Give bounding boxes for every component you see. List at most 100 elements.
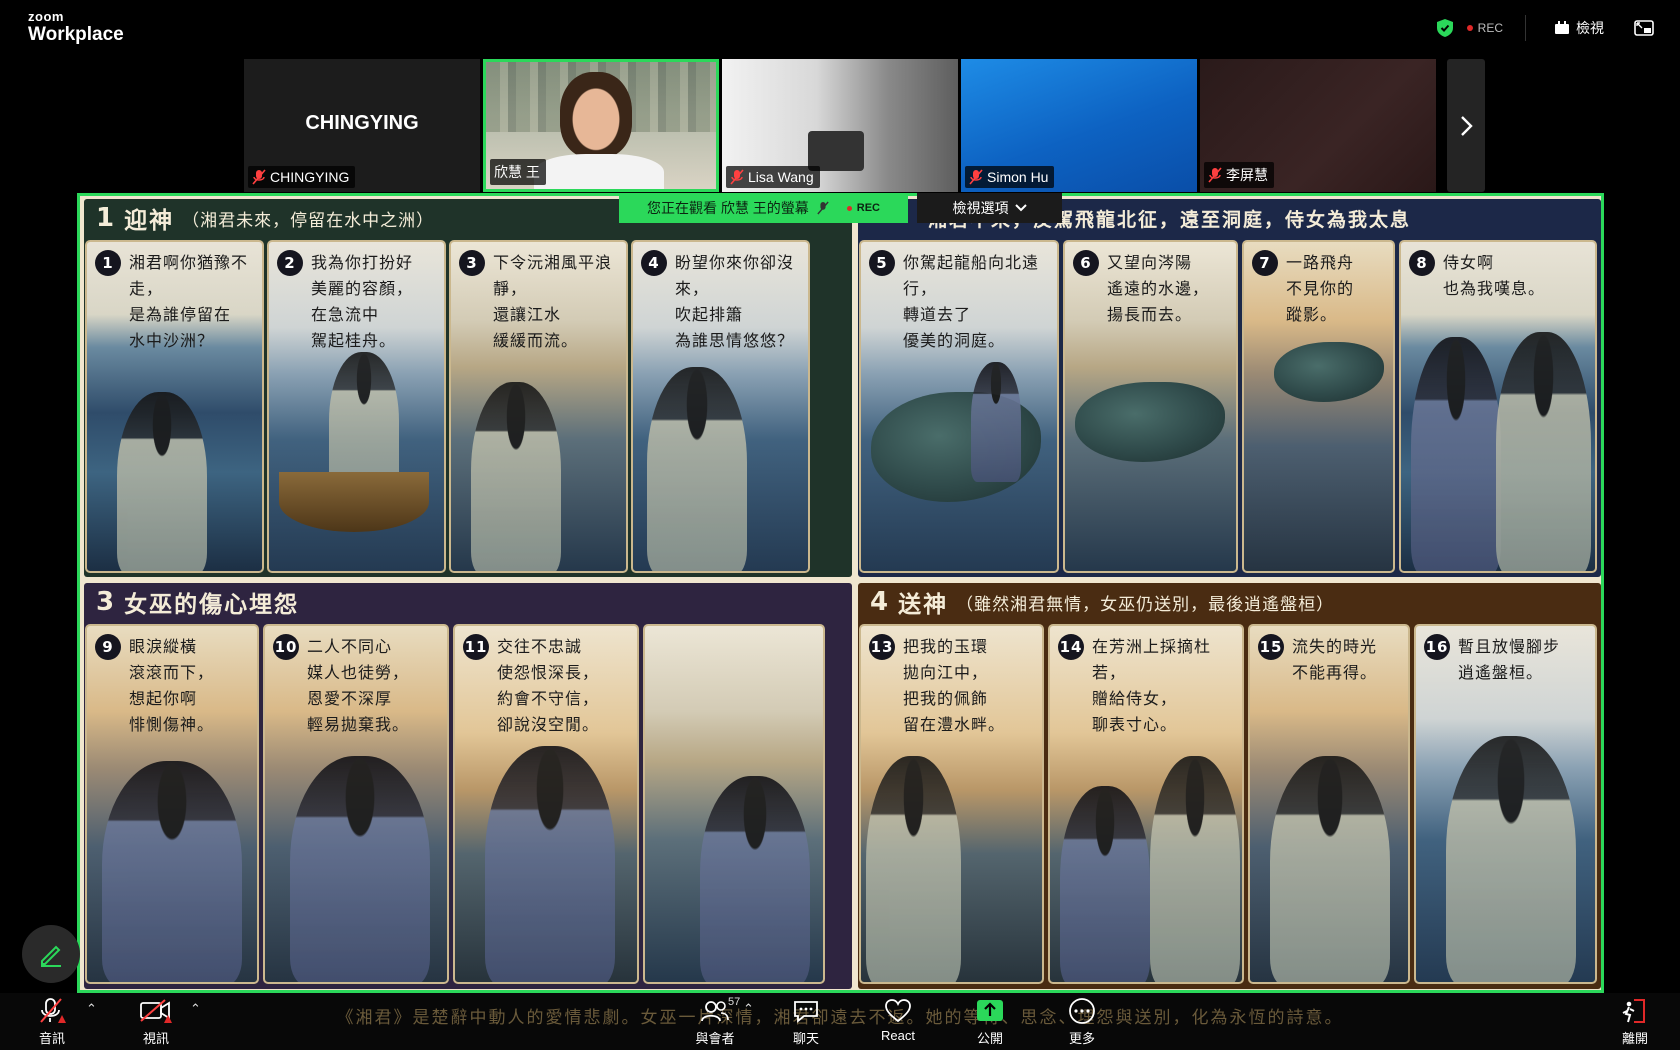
participant-nameplate: Simon Hu: [965, 166, 1055, 188]
share-screen-icon: [977, 1000, 1003, 1021]
comic-panel-12: [643, 624, 825, 984]
section-title: 迎神: [124, 207, 175, 234]
leave-label: 離開: [1621, 1031, 1648, 1046]
woman-figure: [647, 367, 747, 571]
panel-caption: 4 盼望你來你卻沒來， 吹起排簫 為誰思情悠悠？: [641, 250, 802, 354]
section-header: 3 女巫的傷心埋怨: [84, 583, 852, 621]
section-number: 4: [870, 587, 889, 617]
panel-caption-text: 流失的時光 不能再得。: [1292, 637, 1378, 682]
participants-icon: [701, 1001, 729, 1022]
panel-caption-text: 下令沅湘風平浪靜， 還讓江水 緩緩而流。: [493, 253, 613, 350]
woman-figure: [117, 392, 207, 571]
react-label: React: [881, 1028, 915, 1043]
annotate-button[interactable]: [22, 925, 80, 983]
comic-panel-7: 7 一路飛舟 不見你的 蹤影。: [1242, 240, 1395, 573]
panel-caption-text: 一路飛舟 不見你的 蹤影。: [1286, 253, 1355, 324]
panel-caption: 9 眼淚縱橫 滾滾而下， 想起你啊 悱惻傷神。: [95, 634, 251, 738]
woman-figure: [1150, 756, 1240, 982]
audio-label: 音訊: [38, 1031, 65, 1046]
meeting-toolbar: 《湘君》是楚辭中動人的愛情悲劇。女巫一片深情，湘君卻遠去不返。她的等待、思念、埋…: [0, 993, 1680, 1050]
panel-number-badge: 9: [95, 634, 121, 660]
panel-number-badge: 14: [1058, 634, 1084, 660]
leave-door-icon: [1622, 999, 1645, 1023]
recording-dot-icon: [1466, 25, 1473, 31]
chat-label: 聊天: [792, 1031, 819, 1046]
comic-panel-15: 15 流失的時光 不能再得。: [1248, 624, 1410, 984]
chat-button[interactable]: 聊天: [771, 997, 841, 1047]
view-options-dropdown[interactable]: 檢視選項: [917, 193, 1062, 223]
comic-panel-11: 11 交往不忠誠 使怨恨深長， 約會不守信， 卻說沒空閒。: [453, 624, 639, 984]
share-screen-button[interactable]: 公開: [955, 997, 1025, 1047]
panel-caption: 3 下令沅湘風平浪靜， 還讓江水 緩緩而流。: [459, 250, 620, 354]
panel-caption: 13 把我的玉環 拋向江中， 把我的佩飾 留在澧水畔。: [869, 634, 1036, 738]
more-options-icon: [1069, 998, 1095, 1024]
section-title: 女巫的傷心埋怨: [124, 591, 300, 618]
man-figure: [971, 362, 1021, 482]
mic-muted-icon: [1208, 167, 1222, 183]
participant-tile-chingying[interactable]: CHINGYING CHINGYING: [244, 59, 480, 192]
more-label: 更多: [1068, 1031, 1095, 1046]
recording-indicator[interactable]: REC: [1466, 21, 1503, 35]
security-shield-icon[interactable]: [1436, 19, 1453, 37]
woman-figure: [700, 776, 810, 982]
video-button[interactable]: 視訊: [121, 997, 191, 1047]
participant-strip: CHINGYING CHINGYING 欣慧 王 Lisa Wang Simon…: [244, 59, 1485, 192]
panel-number-badge: 6: [1073, 250, 1099, 276]
participant-tile-active-speaker[interactable]: 欣慧 王: [483, 59, 719, 192]
panel-caption: 8 侍女啊 也為我嘆息。: [1409, 250, 1589, 302]
react-button[interactable]: React: [863, 997, 933, 1043]
woman-figure: [471, 382, 561, 571]
comic-panel-13: 13 把我的玉環 拋向江中， 把我的佩飾 留在澧水畔。: [859, 624, 1044, 984]
panel-number-badge: 2: [277, 250, 303, 276]
top-bar: zoom Workplace REC 檢視: [0, 0, 1680, 56]
picture-in-picture-icon[interactable]: [1634, 20, 1654, 36]
panel-number-badge: 1: [95, 250, 121, 276]
audio-options-caret[interactable]: ⌃: [86, 1001, 97, 1017]
view-button[interactable]: 檢視: [1554, 18, 1604, 38]
panel-caption: 10 二人不同心 媒人也徒勞， 恩愛不深厚 輕易拋棄我。: [273, 634, 441, 738]
panel-caption: 14 在芳洲上採摘杜若， 贈給侍女， 聊表寸心。: [1058, 634, 1236, 738]
section-number: 3: [96, 587, 115, 617]
share-rec-label: REC: [856, 202, 881, 214]
section-header: 4 送神 （雖然湘君無情，女巫仍送別，最後逍遙盤桓）: [858, 583, 1601, 621]
woman-figure: [1270, 756, 1390, 982]
share-recording-indicator: REC: [837, 202, 880, 214]
mic-muted-icon: [969, 169, 983, 185]
panel-number-badge: 16: [1424, 634, 1450, 660]
participant-avatar-name: CHINGYING: [305, 112, 419, 134]
background-object: [808, 131, 864, 171]
share-status-text: 您正在觀看 欣慧 王的螢幕: [647, 200, 809, 216]
audio-button[interactable]: 音訊: [17, 997, 87, 1047]
panel-caption: 5 你駕起龍船向北遠行， 轉道去了 優美的洞庭。: [869, 250, 1051, 354]
comic-panel-6: 6 又望向涔陽 遙遠的水邊， 揚長而去。: [1063, 240, 1238, 573]
heart-icon: [885, 999, 911, 1023]
panel-number-badge: 4: [641, 250, 667, 276]
next-participants-button[interactable]: [1447, 59, 1485, 192]
shared-screen[interactable]: 1 迎神 （湘君未來，停留在水中之洲） 湘君不來，反駕飛龍北征，遠至洞庭，侍女為…: [77, 193, 1604, 993]
participant-tile-li-ping-hui[interactable]: 李屏慧: [1200, 59, 1436, 192]
panel-caption-text: 暫且放慢腳步 逍遙盤桓。: [1458, 637, 1561, 682]
participant-nameplate: 李屏慧: [1204, 162, 1274, 188]
leave-button[interactable]: 離開: [1599, 997, 1671, 1047]
woman-figure: [1496, 332, 1591, 571]
recording-dot-icon: [846, 205, 852, 211]
participants-label: 與會者: [695, 1031, 735, 1046]
panel-caption-text: 交往不忠誠 使怨恨深長， 約會不守信， 卻說沒空閒。: [497, 637, 600, 734]
chevron-down-icon: [1014, 204, 1027, 212]
participant-tile-lisa-wang[interactable]: Lisa Wang: [722, 59, 958, 192]
chevron-right-icon: [1461, 115, 1473, 136]
view-options-label: 檢視選項: [952, 200, 1009, 216]
mic-muted-icon: [817, 201, 829, 215]
participant-name: 李屏慧: [1226, 167, 1268, 183]
more-button[interactable]: 更多: [1047, 997, 1117, 1047]
video-options-caret[interactable]: ⌃: [190, 1001, 201, 1017]
panel-number-badge: 7: [1252, 250, 1278, 276]
panel-number-badge: 15: [1258, 634, 1284, 660]
participant-count: 57: [728, 996, 741, 1008]
panel-caption-text: 在芳洲上採摘杜若， 贈給侍女， 聊表寸心。: [1092, 637, 1212, 734]
share-status-banner: 您正在觀看 欣慧 王的螢幕 REC: [619, 193, 909, 223]
participant-tile-simon-hu[interactable]: Simon Hu: [961, 59, 1197, 192]
panel-caption: 2 我為你打扮好 美麗的容顏， 在急流中 駕起桂舟。: [277, 250, 438, 354]
participant-name: 欣慧 王: [494, 164, 540, 180]
participants-options-caret[interactable]: ⌃: [743, 1001, 754, 1017]
